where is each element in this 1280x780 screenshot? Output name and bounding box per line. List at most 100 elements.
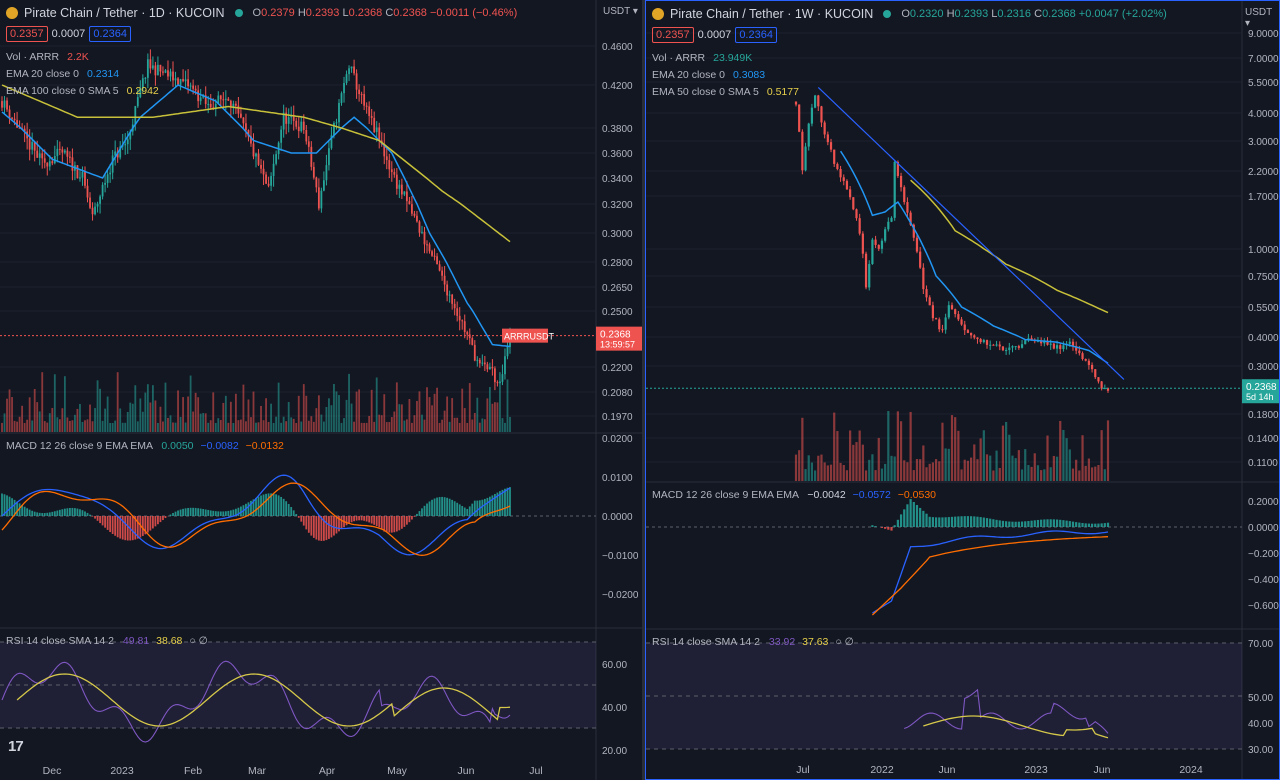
currency-select[interactable]: USDT ▾: [603, 6, 638, 17]
tradingview-logo-icon[interactable]: 17: [8, 738, 24, 755]
ema-fast-legend[interactable]: EMA 20 close 0 0.3083: [652, 69, 765, 81]
volume-bar: [149, 402, 152, 432]
rsi-legend[interactable]: RSI 14 close SMA 14 2 49.81 38.68 ○ ∅: [6, 635, 208, 647]
weekly-chart-canvas[interactable]: 9.0000 7.0000 5.5000 4.0000 3.0000 2.2000 1.70…: [646, 1, 1279, 779]
price-tick-label: 2.2000: [1248, 167, 1279, 178]
volume-bar: [348, 373, 350, 432]
candle-body: [963, 324, 966, 331]
daily-chart-canvas[interactable]: 0.4600 0.4200 0.3800 0.3600 0.3400 0.3200 0.30…: [0, 0, 642, 780]
volume-bar: [794, 454, 798, 481]
volume-bar: [355, 391, 358, 432]
price-tick-label: 7.0000: [1248, 54, 1279, 65]
candle-body: [192, 85, 195, 89]
symbol-title[interactable]: Pirate Chain / Tether · 1D · KUCOIN: [24, 6, 225, 20]
candle-body: [69, 156, 71, 158]
macd-legend[interactable]: MACD 12 26 close 9 EMA EMA −0.0042 −0.05…: [652, 489, 936, 501]
price-tick-label: 9.0000: [1248, 29, 1279, 40]
volume-bar: [162, 421, 164, 432]
volume-bar: [1036, 465, 1040, 481]
macd-histogram-bar: [405, 516, 408, 525]
volume-bar: [375, 377, 378, 432]
macd-histogram-bar: [23, 506, 26, 516]
macd-histogram-bar: [41, 513, 44, 516]
candle-body: [154, 65, 157, 76]
macd-histogram-bar: [267, 493, 270, 516]
volume-bar: [954, 417, 957, 481]
macd-histogram-bar: [468, 506, 471, 516]
volume-bar: [801, 417, 804, 481]
volume-bar: [453, 417, 456, 432]
macd-histogram-bar: [106, 516, 109, 530]
volume-bar: [360, 422, 363, 432]
volume-bar: [242, 384, 245, 432]
volume-bar: [66, 417, 69, 432]
macd-histogram-bar: [84, 511, 86, 516]
weekly-chart-pane[interactable]: 9.0000 7.0000 5.5000 4.0000 3.0000 2.2000 1.70…: [645, 0, 1280, 780]
macd-histogram-bar: [61, 509, 64, 516]
ohlc-readout: O0.2379 H0.2393 L0.2368 C0.2368 −0.0011 …: [252, 7, 518, 19]
candle-body: [343, 83, 345, 94]
candle-body: [373, 117, 376, 133]
volume-legend[interactable]: Vol · ARRR 2.2K: [6, 51, 89, 63]
symbol-title[interactable]: Pirate Chain / Tether · 1W · KUCOIN: [670, 7, 873, 21]
ema-slow-legend[interactable]: EMA 50 close 0 SMA 5 0.5177: [652, 86, 799, 98]
ema-fast-legend[interactable]: EMA 20 close 0 0.2314: [6, 68, 119, 80]
volume-bar: [979, 438, 982, 481]
rsi-legend[interactable]: RSI 14 close SMA 14 2 33.92 37.63 ○ ∅: [652, 636, 854, 648]
price-tick-label: 0.4000: [1248, 333, 1279, 344]
coin-icon: [6, 7, 18, 19]
macd-histogram-bar: [899, 514, 903, 527]
currency-select[interactable]: USDT ▾: [1245, 7, 1279, 29]
daily-chart-pane[interactable]: 0.4600 0.4200 0.3800 0.3600 0.3400 0.3200 0.30…: [0, 0, 642, 780]
volume-bar: [111, 422, 114, 432]
volume-bar: [104, 408, 107, 432]
volume-bar: [909, 411, 912, 481]
volume-legend[interactable]: Vol · ARRR 23.949K: [652, 52, 752, 64]
macd-histogram-bar: [91, 516, 94, 517]
volume-bar: [184, 422, 187, 432]
macd-histogram-bar: [451, 499, 454, 516]
volume-bar: [373, 421, 376, 432]
macd-histogram-bar: [928, 516, 931, 527]
buy-button[interactable]: 0.2364: [89, 26, 131, 42]
candle-body: [197, 90, 200, 102]
volume-bar: [855, 442, 858, 481]
macd-histogram-bar: [1008, 521, 1011, 527]
time-tick-label: Jun: [939, 764, 956, 776]
volume-bar: [861, 444, 864, 481]
volume-bar: [275, 416, 278, 432]
candle-body: [312, 166, 315, 178]
volume-bar: [820, 454, 823, 481]
volume-bar: [483, 419, 486, 432]
volume-bar: [973, 444, 976, 481]
sell-button[interactable]: 0.2357: [652, 27, 694, 43]
volume-bar: [227, 422, 230, 432]
macd-histogram-bar: [295, 514, 298, 516]
macd-histogram-bar: [305, 516, 308, 530]
volume-bar: [504, 422, 506, 432]
candle-body: [81, 171, 84, 178]
buy-button[interactable]: 0.2364: [735, 27, 777, 43]
candle-body: [395, 174, 398, 189]
candle-body: [325, 165, 328, 181]
symbol-tag-label: ARRRUSDT: [504, 332, 555, 342]
macd-histogram-bar: [448, 498, 451, 516]
ema-slow-legend[interactable]: EMA 100 close 0 SMA 5 0.2942: [6, 85, 159, 97]
price-tick-label: 0.1400: [1248, 434, 1279, 445]
candle-body: [1011, 346, 1014, 348]
volume-bar: [63, 376, 66, 432]
macd-legend[interactable]: MACD 12 26 close 9 EMA EMA 0.0050 −0.008…: [6, 440, 284, 452]
macd-histogram-bar: [56, 510, 59, 516]
candle-body: [446, 284, 449, 296]
macd-histogram-bar: [456, 502, 459, 516]
volume-bar: [167, 417, 169, 432]
candle-body: [385, 156, 388, 161]
volume-bar: [340, 422, 343, 432]
candle-body: [992, 344, 995, 346]
candle-body: [295, 120, 298, 127]
macd-histogram-bar: [874, 526, 877, 527]
sell-button[interactable]: 0.2357: [6, 26, 48, 42]
volume-bar: [1087, 458, 1090, 481]
time-tick-label: Dec: [43, 765, 62, 777]
macd-histogram-bar: [48, 512, 51, 516]
